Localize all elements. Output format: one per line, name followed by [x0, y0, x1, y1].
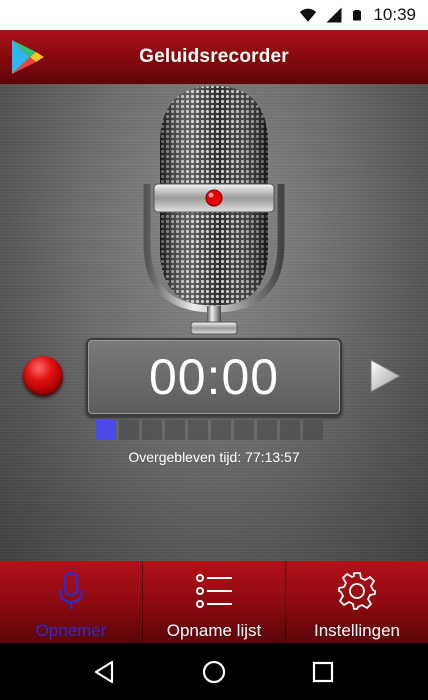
bottom-tabs: Opnemer Opname lijst Instellingen [0, 561, 428, 643]
play-button[interactable] [368, 358, 402, 394]
wifi-icon [300, 8, 317, 22]
system-nav-bar [0, 643, 428, 700]
level-segment [188, 420, 208, 440]
level-segment [211, 420, 231, 440]
remaining-time: Overgebleven tijd: 77:13:57 [128, 449, 300, 465]
signal-icon [326, 7, 342, 23]
status-bar: 10:39 [0, 0, 428, 30]
level-meter [96, 420, 323, 440]
back-icon[interactable] [92, 659, 118, 685]
tab-label: Instellingen [313, 621, 400, 640]
tab-opnemer[interactable]: Opnemer [0, 561, 142, 643]
recorder-panel: 00:00 Overgebleven tijd: 77:13:57 [0, 84, 428, 561]
app-bar: Geluidsrecorder [0, 30, 428, 84]
record-button[interactable] [23, 356, 63, 396]
battery-icon [353, 10, 362, 21]
tab-label: Opname lijst [166, 621, 262, 640]
level-segment [303, 420, 323, 440]
level-segment [96, 420, 116, 440]
list-icon [196, 574, 232, 608]
gear-icon [338, 572, 376, 610]
play-store-icon[interactable] [10, 38, 46, 76]
play-icon [370, 359, 402, 393]
timer-display: 00:00 [86, 338, 342, 416]
status-time: 10:39 [373, 5, 416, 24]
microphone-image [143, 86, 285, 335]
level-segment [280, 420, 300, 440]
microphone-icon [58, 571, 84, 609]
level-segment [257, 420, 277, 440]
tab-instellingen[interactable]: Instellingen [285, 561, 428, 643]
tab-label: Opnemer [35, 621, 107, 640]
home-icon[interactable] [201, 659, 227, 685]
recents-icon[interactable] [310, 659, 336, 685]
level-segment [165, 420, 185, 440]
level-segment [119, 420, 139, 440]
timer-text: 00:00 [148, 349, 280, 405]
app-title: Geluidsrecorder [139, 46, 289, 67]
level-segment [142, 420, 162, 440]
tab-opname-lijst[interactable]: Opname lijst [142, 561, 285, 643]
level-segment [234, 420, 254, 440]
